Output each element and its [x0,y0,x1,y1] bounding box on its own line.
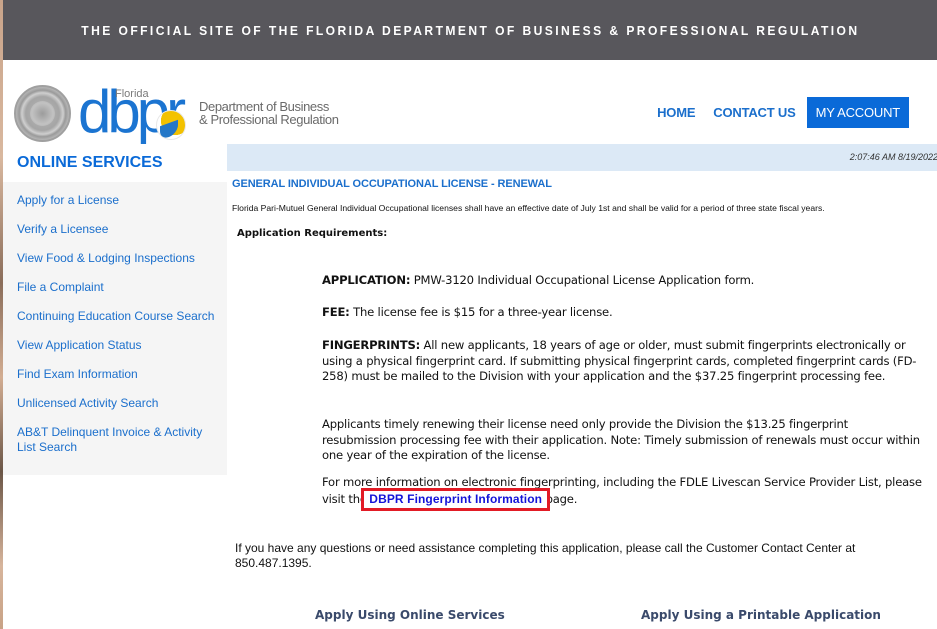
page-title: GENERAL INDIVIDUAL OCCUPATIONAL LICENSE … [232,178,552,190]
dbpr-logo[interactable]: dbpr Florida Department of Business & Pr… [78,82,343,144]
sidebar-item-verify-licensee[interactable]: Verify a Licensee [3,219,227,248]
banner-text: THE OFFICIAL SITE OF THE FLORIDA DEPARTM… [80,22,860,38]
fingerprint-more-info: For more information on electronic finge… [322,475,922,511]
requirement-fingerprints-label: FINGERPRINTS: [322,338,421,352]
logo-department-line2: & Professional Regulation [199,112,339,127]
logo-department-name: Department of Business & Professional Re… [199,100,339,126]
nav-my-account-button[interactable]: MY ACCOUNT [806,97,909,128]
sidebar-menu: Apply for a License Verify a Licensee Vi… [3,182,227,475]
main-content: 2:07:46 AM 8/19/2022 GENERAL INDIVIDUAL … [227,144,937,622]
requirement-application-text: PMW-3120 Individual Occupational License… [410,273,755,287]
florida-state-seal-icon [14,85,71,142]
sidebar-item-continuing-education-search[interactable]: Continuing Education Course Search [3,306,227,335]
nav-contact-link[interactable]: CONTACT US [704,97,804,128]
apply-online-link[interactable]: Apply Using Online Services [315,608,505,622]
requirements-heading: Application Requirements: [237,228,388,239]
requirement-application: APPLICATION: PMW-3120 Individual Occupat… [322,273,922,289]
logo-state: Florida [115,88,149,100]
sidebar-item-exam-information[interactable]: Find Exam Information [3,364,227,393]
top-nav: HOME CONTACT US MY ACCOUNT [648,97,909,128]
official-site-banner: THE OFFICIAL SITE OF THE FLORIDA DEPARTM… [3,0,937,60]
sidebar-item-abt-delinquent-invoice-search[interactable]: AB&T Delinquent Invoice & Activity List … [3,422,227,466]
online-services-sidebar: ONLINE SERVICES Apply for a License Veri… [3,144,227,475]
sidebar-title: ONLINE SERVICES [3,144,227,182]
dbpr-fingerprint-information-link[interactable]: DBPR Fingerprint Information [361,487,551,511]
nav-home-link[interactable]: HOME [648,97,704,128]
site-header: dbpr Florida Department of Business & Pr… [3,60,937,144]
sidebar-item-apply-for-license[interactable]: Apply for a License [3,190,227,219]
sidebar-item-unlicensed-activity-search[interactable]: Unlicensed Activity Search [3,393,227,422]
apply-printable-link[interactable]: Apply Using a Printable Application [641,608,881,622]
license-intro-text: Florida Pari-Mutuel General Individual O… [232,203,825,213]
sidebar-item-application-status[interactable]: View Application Status [3,335,227,364]
customer-contact-text: If you have any questions or need assist… [235,541,856,570]
timestamp: 2:07:46 AM 8/19/2022 [849,152,937,162]
requirement-fee-label: FEE: [322,305,350,319]
more-info-text-after: page. [542,491,578,506]
requirement-application-label: APPLICATION: [322,273,411,287]
sidebar-item-food-lodging-inspections[interactable]: View Food & Lodging Inspections [3,248,227,277]
requirement-fee-text: The license fee is $15 for a three-year … [349,305,613,319]
renewal-fingerprint-note: Applicants timely renewing their license… [322,417,920,462]
logo-sun-icon [156,110,186,140]
sidebar-item-file-complaint[interactable]: File a Complaint [3,277,227,306]
timestamp-bar: 2:07:46 AM 8/19/2022 [227,144,937,171]
requirement-fingerprints: FINGERPRINTS: All new applicants, 18 yea… [322,338,922,385]
requirement-fee: FEE: The license fee is $15 for a three-… [322,305,922,321]
